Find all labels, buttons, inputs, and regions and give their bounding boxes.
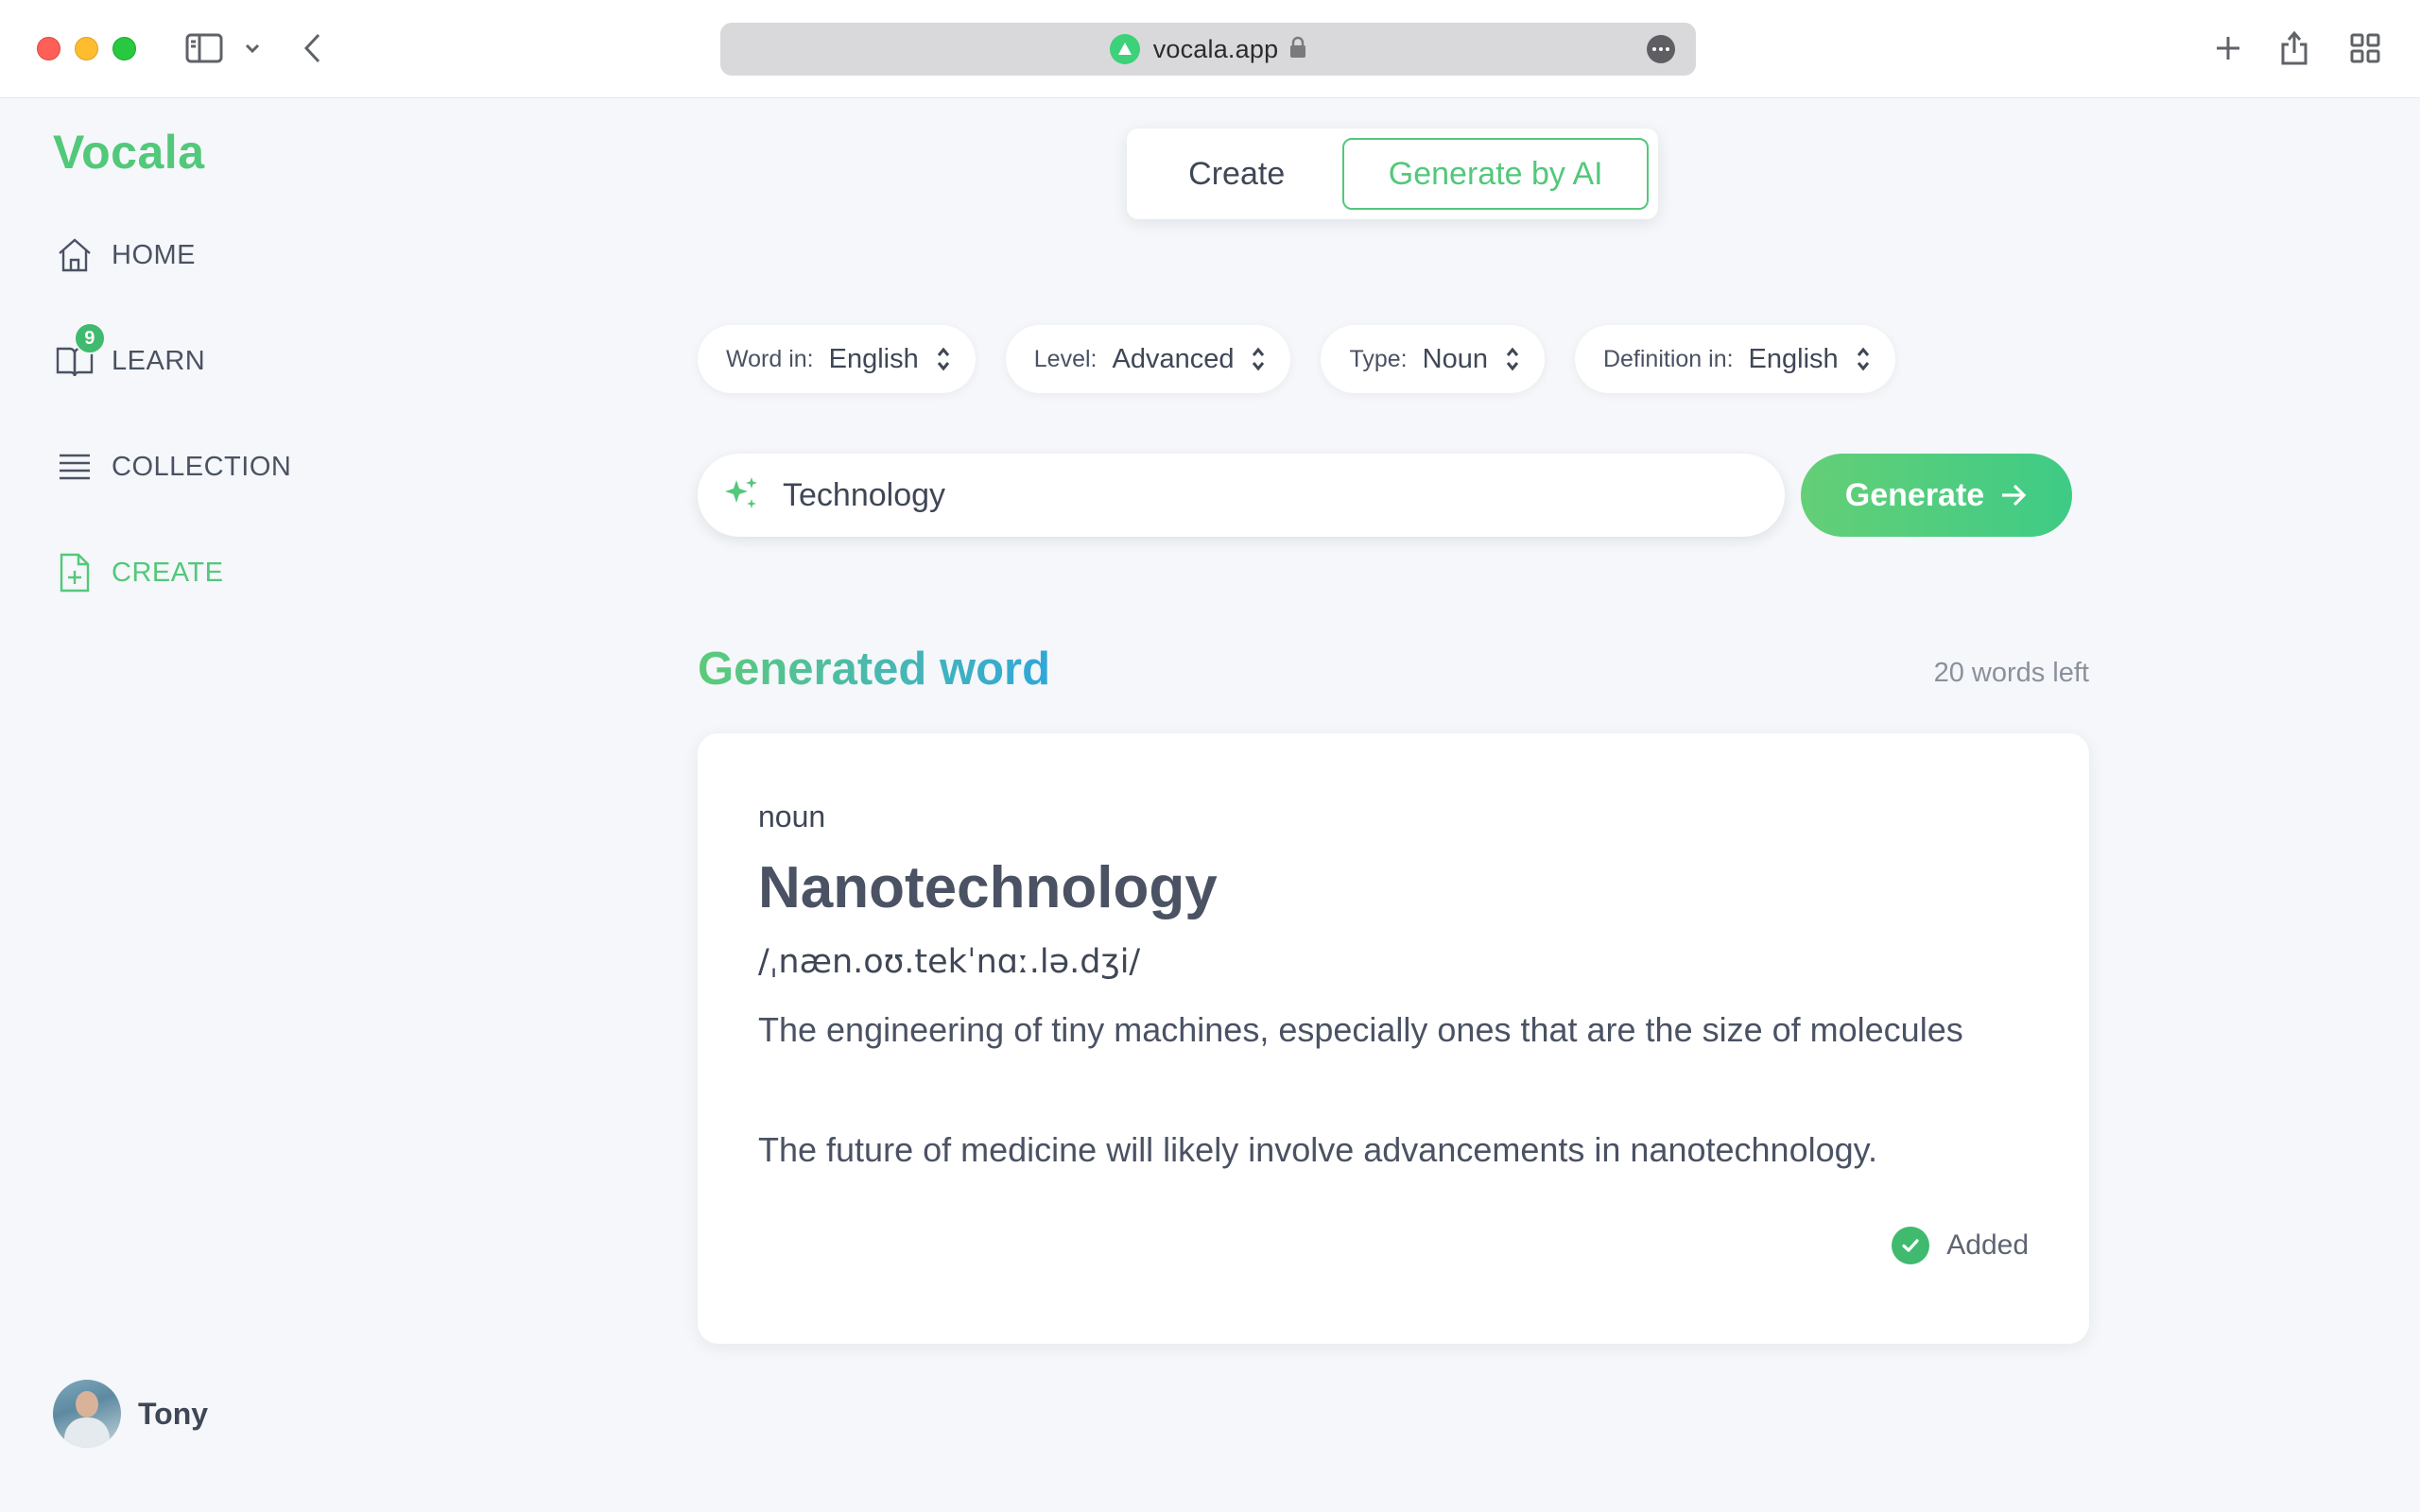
check-circle-icon [1892,1227,1930,1264]
share-icon[interactable] [2278,25,2310,72]
user-name: Tony [138,1396,209,1431]
filter-value: Noun [1422,343,1488,374]
site-favicon-icon [1109,34,1140,64]
sidebar-item-label: CREATE [112,557,224,588]
arrow-right-icon [2002,484,2027,507]
definition-language-select[interactable]: Definition in: English [1574,325,1895,393]
chevron-down-icon[interactable] [240,25,265,72]
brand-logo[interactable]: Vocala [53,125,205,180]
tab-overview-icon[interactable] [2348,25,2382,72]
filter-label: Type: [1349,345,1408,372]
filter-value: English [828,343,919,374]
sidebar-item-label: HOME [112,239,196,270]
generate-button-label: Generate [1844,476,1985,513]
added-status: Added [1892,1227,2029,1264]
type-select[interactable]: Type: Noun [1321,325,1545,393]
home-icon [53,233,96,277]
book-icon: 9 [53,322,106,383]
mode-switch: Create Generate by AI [1127,129,1658,219]
sidebar: Vocala HOME 9 LEARN COLLECTION CREATE To… [0,98,397,1512]
generate-button[interactable]: Generate [1801,454,2072,537]
level-select[interactable]: Level: Advanced [1005,325,1291,393]
user-profile[interactable]: Tony [53,1380,208,1448]
word-title: Nanotechnology [758,855,1218,920]
words-left-counter: 20 words left [1933,658,2089,688]
sidebar-item-collection[interactable]: COLLECTION [53,438,291,495]
select-arrows-icon [1253,347,1265,371]
select-arrows-icon [937,347,949,371]
topic-input[interactable] [783,476,1728,514]
lock-icon [1289,36,1306,63]
filter-bar: Word in: English Level: Advanced Type: N… [698,325,1895,393]
sidebar-item-home[interactable]: HOME [53,227,196,284]
browser-toolbar: vocala.app [0,0,2420,98]
generated-word-card: noun Nanotechnology /ˌnæn.oʊ.tekˈnɑː.lə.… [698,733,2089,1344]
select-arrows-icon [1506,347,1519,371]
sidebar-toggle-icon[interactable] [182,25,227,72]
word-language-select[interactable]: Word in: English [698,325,976,393]
list-icon [53,445,96,489]
section-title: Generated word [698,644,1051,695]
file-plus-icon [53,551,96,594]
back-icon[interactable] [299,25,327,72]
example-sentence: The future of medicine will likely invol… [758,1130,1877,1169]
part-of-speech: noun [758,799,826,833]
avatar[interactable] [53,1380,121,1448]
zoom-window-button[interactable] [112,37,136,60]
sparkles-icon [722,474,760,517]
url-text: vocala.app [1152,34,1279,63]
tab-generate-by-ai[interactable]: Generate by AI [1342,138,1649,210]
added-label: Added [1946,1229,2029,1261]
filter-label: Level: [1033,345,1098,372]
sidebar-item-label: LEARN [112,345,206,376]
select-arrows-icon [1857,347,1869,371]
tab-create[interactable]: Create [1136,138,1337,210]
sidebar-item-create[interactable]: CREATE [53,544,223,601]
learn-count-badge: 9 [74,322,106,354]
minimize-window-button[interactable] [75,37,98,60]
topic-input-wrapper [698,454,1785,537]
address-bar[interactable]: vocala.app [720,23,1696,76]
sidebar-item-learn[interactable]: 9 LEARN [53,322,206,389]
more-options-icon[interactable] [1647,35,1675,63]
filter-label: Definition in: [1602,345,1734,372]
pronunciation: /ˌnæn.oʊ.tekˈnɑː.lə.dʒi/ [758,943,1141,981]
definition: The engineering of tiny machines, especi… [758,1010,1963,1049]
filter-label: Word in: [726,345,814,372]
filter-value: English [1748,343,1839,374]
sidebar-item-label: COLLECTION [112,451,292,482]
filter-value: Advanced [1112,343,1235,374]
close-window-button[interactable] [37,37,60,60]
new-tab-icon[interactable] [2212,25,2244,72]
